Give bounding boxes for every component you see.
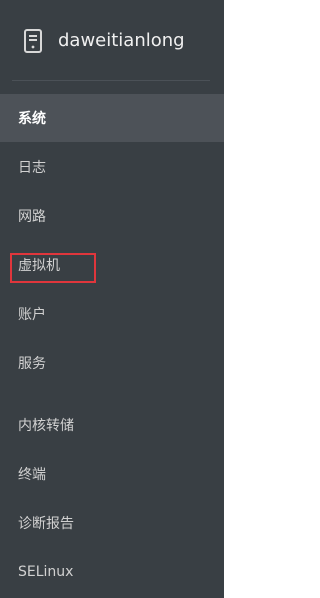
sidebar-item-label: 服务 bbox=[18, 356, 46, 372]
sidebar-item-label: 系统 bbox=[18, 111, 46, 127]
divider bbox=[12, 80, 210, 81]
sidebar-item-label: 网路 bbox=[18, 209, 46, 225]
sidebar-item-label: SELinux bbox=[18, 564, 74, 580]
sidebar-item-diagnostic-reports[interactable]: 诊断报告 bbox=[0, 499, 224, 547]
sidebar-item-label: 内核转储 bbox=[18, 418, 74, 434]
page-edge bbox=[224, 0, 227, 598]
sidebar-item-label: 虚拟机 bbox=[18, 258, 60, 274]
sidebar-item-selinux[interactable]: SELinux bbox=[0, 548, 224, 596]
sidebar: daweitianlong 系统 日志 网路 虚拟机 账户 服务 内核转储 终端… bbox=[0, 0, 224, 598]
sidebar-item-accounts[interactable]: 账户 bbox=[0, 290, 224, 338]
sidebar-item-virtual-machines[interactable]: 虚拟机 bbox=[0, 241, 224, 289]
sidebar-item-label: 账户 bbox=[18, 307, 46, 323]
sidebar-item-network[interactable]: 网路 bbox=[0, 192, 224, 240]
sidebar-item-terminal[interactable]: 终端 bbox=[0, 450, 224, 498]
server-icon bbox=[20, 28, 46, 54]
sidebar-item-label: 终端 bbox=[18, 467, 46, 483]
sidebar-item-label: 诊断报告 bbox=[18, 516, 74, 532]
sidebar-item-kernel-dump[interactable]: 内核转储 bbox=[0, 401, 224, 449]
host-header[interactable]: daweitianlong bbox=[0, 0, 224, 80]
sidebar-item-system[interactable]: 系统 bbox=[0, 94, 224, 142]
sidebar-item-logs[interactable]: 日志 bbox=[0, 143, 224, 191]
host-name: daweitianlong bbox=[58, 30, 185, 51]
sidebar-item-services[interactable]: 服务 bbox=[0, 339, 224, 387]
sidebar-item-label: 日志 bbox=[18, 160, 46, 176]
